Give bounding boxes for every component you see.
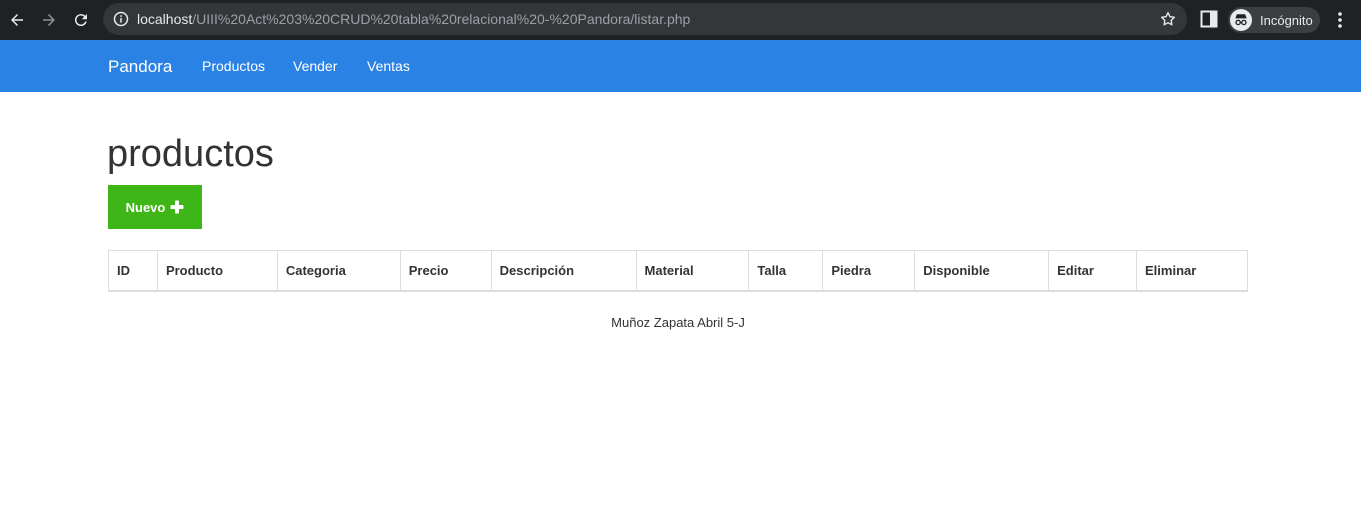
- new-button-label: Nuevo: [125, 199, 166, 215]
- column-header-producto: Producto: [156, 250, 278, 292]
- incognito-icon: [1230, 9, 1252, 31]
- column-header-eliminar: Eliminar: [1136, 250, 1248, 292]
- column-header-piedra: Piedra: [822, 250, 916, 292]
- column-header-descripcion: Descripción: [490, 250, 637, 292]
- info-icon[interactable]: [113, 11, 129, 27]
- products-table: ID Producto Categoria Precio Descripción…: [108, 250, 1248, 292]
- nav-link-vender[interactable]: Vender: [293, 58, 337, 74]
- column-header-editar: Editar: [1048, 250, 1138, 292]
- incognito-label: Incógnito: [1260, 12, 1313, 28]
- app-navbar: Pandora Productos Vender Ventas: [0, 40, 1361, 92]
- column-header-talla: Talla: [748, 250, 824, 292]
- new-product-button[interactable]: Nuevo: [108, 185, 202, 229]
- brand-link[interactable]: Pandora: [108, 57, 172, 77]
- column-header-material: Material: [635, 250, 750, 292]
- forward-arrow-icon[interactable]: [37, 8, 61, 32]
- nav-link-productos[interactable]: Productos: [202, 58, 265, 74]
- column-header-precio: Precio: [399, 250, 492, 292]
- nav-link-ventas[interactable]: Ventas: [367, 58, 410, 74]
- page-title: productos: [107, 133, 274, 175]
- star-icon[interactable]: [1159, 10, 1177, 28]
- footer-text: Muñoz Zapata Abril 5-J: [611, 315, 745, 330]
- reload-icon[interactable]: [69, 8, 93, 32]
- more-vert-icon[interactable]: [1332, 10, 1348, 30]
- browser-toolbar: localhost/UIII%20Act%203%20CRUD%20tabla%…: [0, 0, 1361, 40]
- side-panel-icon[interactable]: [1200, 10, 1218, 28]
- column-header-id: ID: [108, 250, 158, 292]
- plus-icon: [170, 200, 184, 214]
- column-header-disponible: Disponible: [914, 250, 1050, 292]
- url-text: localhost/UIII%20Act%203%20CRUD%20tabla%…: [137, 11, 691, 27]
- table-header-row: ID Producto Categoria Precio Descripción…: [108, 250, 1248, 292]
- address-bar[interactable]: localhost/UIII%20Act%203%20CRUD%20tabla%…: [103, 3, 1187, 35]
- incognito-profile-button[interactable]: Incógnito: [1228, 7, 1320, 33]
- back-arrow-icon[interactable]: [5, 8, 29, 32]
- column-header-categoria: Categoria: [276, 250, 401, 292]
